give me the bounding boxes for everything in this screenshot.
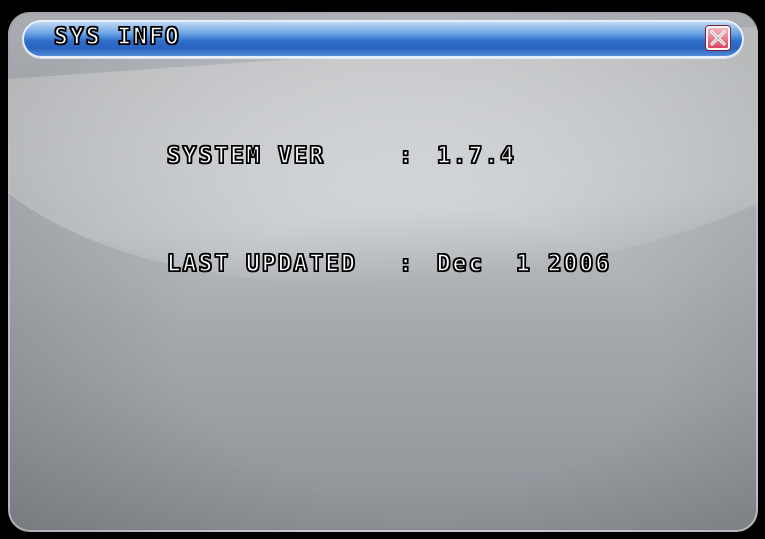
- info-label: LAST UPDATED: [166, 250, 357, 278]
- info-value: Dec 1 2006: [436, 250, 612, 278]
- info-separator: :: [398, 250, 415, 278]
- info-label: SYSTEM VER: [166, 142, 326, 170]
- dialog-title: SYS INFO: [53, 23, 181, 51]
- info-content: SYSTEM VER:1.7.4 LAST UPDATED: Dec 1 2006: [40, 102, 611, 318]
- sys-info-dialog: SYS INFO SYSTEM VER:1.7.4 LAST UPDATED: D…: [8, 12, 758, 532]
- title-bar: SYS INFO: [22, 20, 744, 58]
- info-separator: :: [398, 142, 415, 170]
- close-icon: [710, 30, 726, 46]
- info-value: 1.7.4: [436, 142, 517, 170]
- screen: SYS INFO SYSTEM VER:1.7.4 LAST UPDATED: D…: [0, 0, 765, 539]
- close-button[interactable]: [706, 26, 730, 50]
- info-row-last-updated: LAST UPDATED: Dec 1 2006: [40, 210, 611, 318]
- info-row-system-ver: SYSTEM VER:1.7.4: [40, 102, 611, 210]
